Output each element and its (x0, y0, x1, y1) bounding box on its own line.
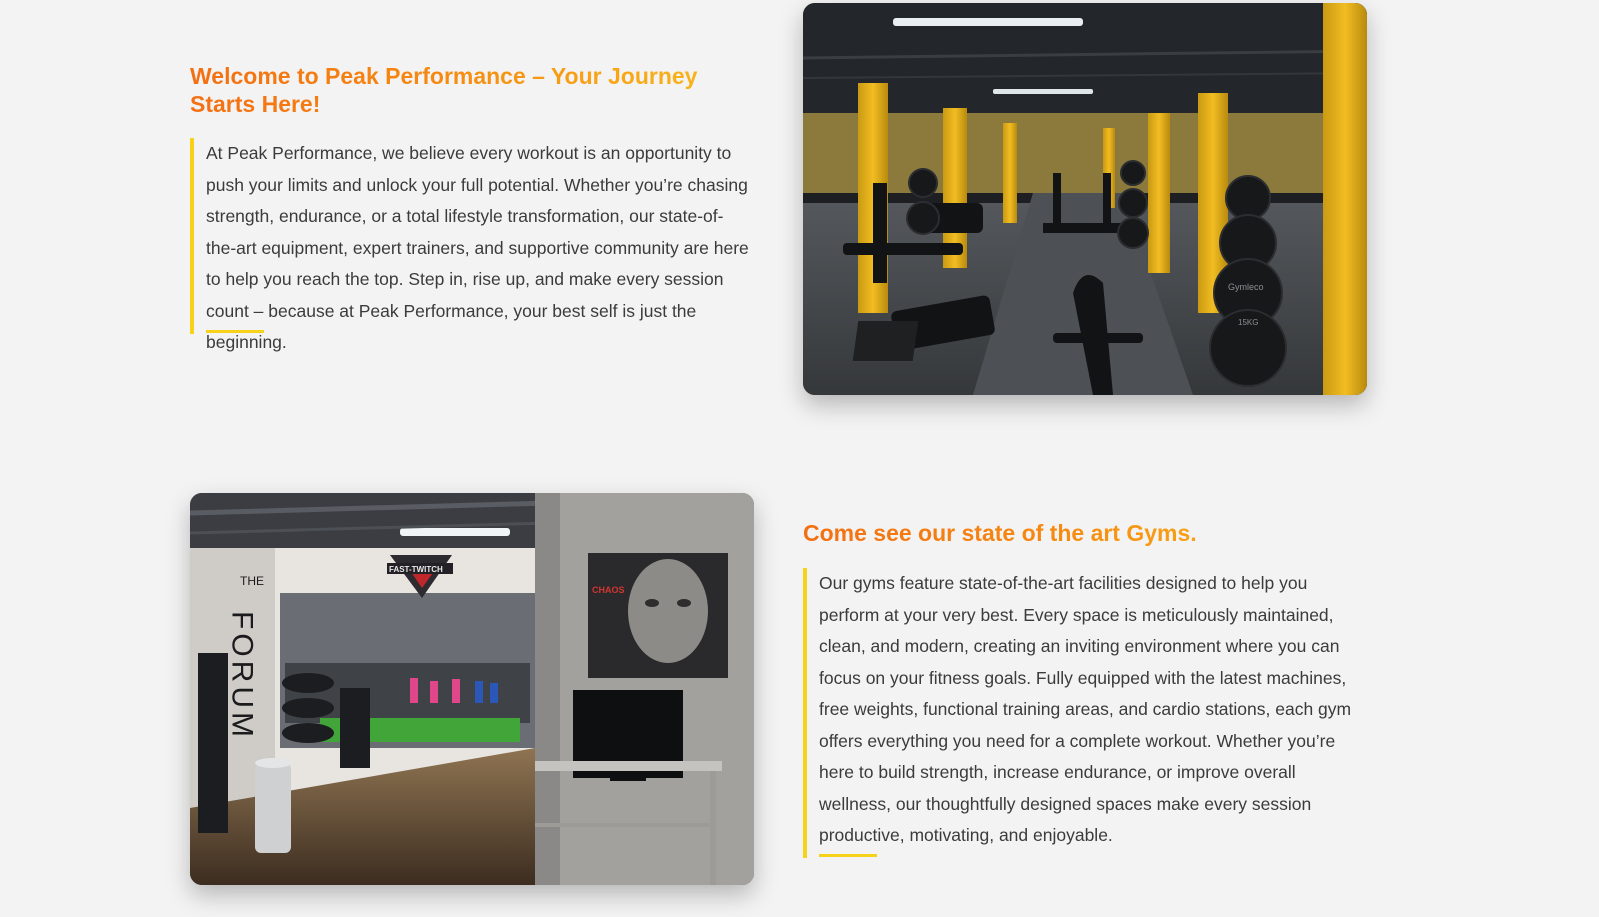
lobby-sign-text: FAST-TWITCH (389, 565, 443, 574)
plate-brand-text: Gymleco (1228, 282, 1264, 292)
welcome-section: Welcome to Peak Performance – Your Journ… (190, 62, 760, 352)
wall-text-forum: FORUM (226, 611, 259, 741)
gyms-paragraph: Our gyms feature state-of-the-art facili… (819, 573, 1352, 845)
gym-floor-photo: Gymleco 15KG (803, 3, 1367, 395)
plate-weight-text: 15KG (1238, 318, 1258, 327)
poster-text: CHAOS (592, 585, 625, 595)
wall-text-the: THE (240, 574, 264, 588)
welcome-quote-block: At Peak Performance, we believe every wo… (190, 138, 752, 352)
welcome-heading: Welcome to Peak Performance – Your Journ… (190, 62, 750, 118)
gym-lobby-photo: FAST-TWITCH THE FORUM CHAOS (190, 493, 754, 885)
welcome-accent-underline (206, 330, 264, 333)
gyms-heading: Come see our state of the art Gyms. (803, 519, 1363, 547)
gyms-section: Come see our state of the art Gyms. Our … (803, 519, 1373, 864)
welcome-paragraph: At Peak Performance, we believe every wo… (206, 143, 749, 352)
gyms-quote-block: Our gyms feature state-of-the-art facili… (803, 568, 1367, 858)
gyms-accent-underline (819, 854, 877, 857)
